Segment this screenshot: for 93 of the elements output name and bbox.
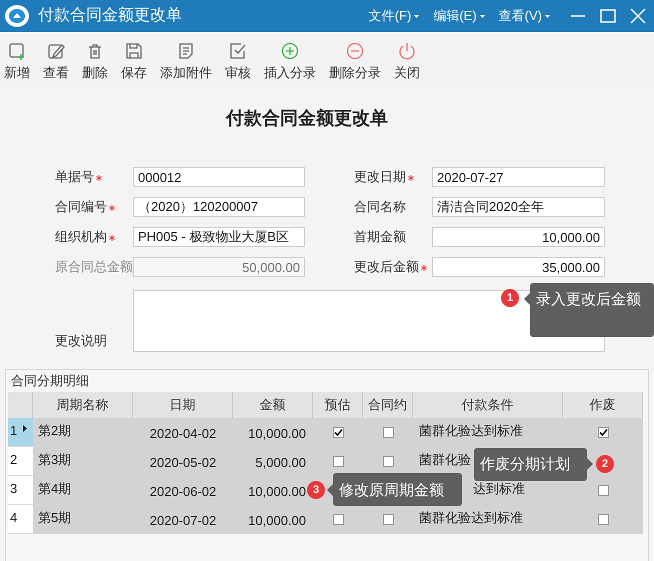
input-field[interactable]: （2020）120200007	[133, 197, 305, 217]
checkbox[interactable]	[382, 456, 394, 467]
form-heading: 付款合同金额更改单	[226, 106, 388, 130]
row-number-text: 2	[10, 451, 18, 469]
row-number-text: 4	[10, 509, 18, 527]
table-cell-text: 达到标准	[473, 480, 525, 498]
corner-header	[8, 392, 33, 418]
table-cell: 10,000.00	[233, 505, 313, 534]
table-cell-text: 菌群化验	[419, 451, 471, 469]
app-logo-icon	[4, 4, 30, 28]
column-header: 预估	[313, 392, 363, 418]
checkbox[interactable]	[598, 427, 608, 438]
checkmark-icon	[334, 428, 342, 437]
document-icon	[177, 42, 195, 60]
column-header: 合同约	[363, 392, 413, 418]
menu-item[interactable]: 文件(F)	[368, 6, 420, 26]
window-title: 付款合同金额更改单	[38, 6, 182, 26]
trash-icon	[86, 42, 104, 60]
checkbox[interactable]	[382, 427, 394, 438]
toolbar-button[interactable]: 审核	[225, 42, 251, 82]
row-number-text: 1	[10, 422, 18, 440]
input-field[interactable]: 10,000.00	[432, 227, 605, 247]
plus-square-icon	[8, 42, 26, 60]
row-number[interactable]: 4	[8, 505, 33, 534]
field-label: 首期金额	[354, 228, 407, 246]
column-header: 周期名称	[33, 392, 133, 418]
field-label: 合同名称	[354, 198, 407, 216]
field-label: 原合同总金额	[55, 258, 133, 276]
checkbox[interactable]	[332, 514, 344, 525]
table-cell: 10,000.00	[233, 418, 313, 447]
table-cell: 5,000.00	[233, 447, 313, 476]
caret-icon	[480, 14, 485, 18]
table-cell: 第4期	[33, 476, 133, 505]
maximize-icon[interactable]	[600, 8, 616, 24]
row-number[interactable]: 2	[8, 447, 33, 476]
table-cell: 2020-04-02	[133, 418, 233, 447]
tooltip-pointer-icon	[524, 293, 530, 305]
column-header: 金额	[233, 392, 313, 418]
callout-tooltip: 作废分期计划	[474, 448, 587, 481]
toolbar-button[interactable]: 插入分录	[264, 42, 316, 82]
field-label: 组织机构	[55, 227, 133, 247]
input-field[interactable]: 35,000.00	[432, 257, 605, 277]
table-cell: 第3期	[33, 447, 133, 476]
toolbar-button[interactable]: 保存	[121, 42, 147, 82]
callout-tooltip: 录入更改后金额	[530, 283, 654, 337]
table-cell: 2020-07-02	[133, 505, 233, 534]
checkbox[interactable]	[598, 514, 608, 525]
column-header: 作废	[563, 392, 643, 418]
column-header: 日期	[133, 392, 233, 418]
field-label: 更改日期	[354, 167, 432, 187]
row-number[interactable]: 1	[8, 418, 33, 447]
toolbar-button[interactable]: 关闭	[394, 42, 420, 82]
field-label: 单据号	[55, 167, 133, 187]
field-label: 合同编号	[55, 197, 133, 217]
checkbox[interactable]	[382, 514, 394, 525]
checkbox[interactable]	[332, 427, 344, 438]
power-icon	[398, 42, 416, 60]
input-field[interactable]: 清洁合同2020全年	[432, 197, 605, 217]
table-cell: 2020-06-02	[133, 476, 233, 505]
checkmark-box-icon	[229, 42, 247, 60]
checkbox[interactable]	[332, 456, 344, 467]
column-header: 付款条件	[413, 392, 563, 418]
row-number[interactable]: 3	[8, 476, 33, 505]
checkbox[interactable]	[598, 485, 608, 496]
table-cell: 2020-05-02	[133, 447, 233, 476]
row-number-text: 3	[10, 480, 18, 498]
caret-icon	[414, 14, 420, 18]
callout-tooltip: 修改原周期金额	[333, 473, 462, 506]
checkmark-icon	[598, 428, 608, 437]
caret-icon	[545, 14, 550, 18]
pencil-icon	[47, 42, 65, 60]
toolbar-button[interactable]: 删除	[82, 42, 108, 82]
toolbar-button[interactable]: 添加附件	[160, 42, 212, 82]
plus-circle-icon	[281, 42, 299, 60]
table-cell: 10,000.00	[233, 476, 313, 505]
field-label: 更改后金额	[354, 257, 432, 277]
toolbar-button[interactable]: 删除分录	[329, 42, 381, 82]
menu-item[interactable]: 查看(V)	[498, 6, 550, 26]
input-field[interactable]: 2020-07-27	[432, 167, 605, 187]
table-cell: 第5期	[33, 505, 133, 534]
toolbar-button[interactable]: 新增	[4, 42, 30, 82]
input-field[interactable]: PH005 - 极致物业大厦B区	[133, 227, 305, 247]
input-field[interactable]: 000012	[133, 167, 305, 187]
table-cell-text: 菌群化验达到标准	[419, 509, 523, 527]
menu-item[interactable]: 编辑(E)	[433, 6, 485, 26]
table-cell-text: 菌群化验达到标准	[419, 422, 523, 440]
field-label: 更改说明	[55, 332, 108, 350]
row-pointer-icon	[23, 425, 28, 432]
close-icon[interactable]	[630, 8, 646, 24]
table-cell: 第2期	[33, 418, 133, 447]
toolbar-button[interactable]: 查看	[43, 42, 69, 82]
minus-circle-icon	[346, 42, 364, 60]
section-title: 合同分期明细	[11, 372, 89, 390]
